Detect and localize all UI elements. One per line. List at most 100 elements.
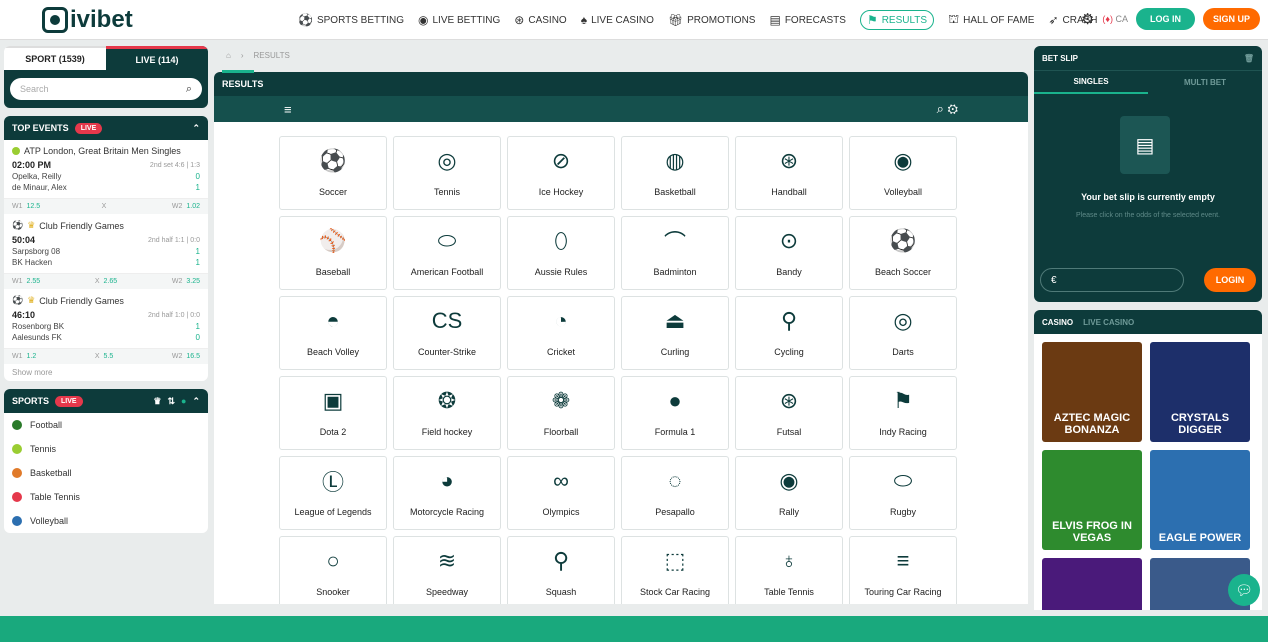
menu-icon[interactable]: ≡ <box>284 102 292 117</box>
sport-tile[interactable]: ◕ Motorcycle Racing <box>393 456 501 530</box>
tab-multi-bet[interactable]: MULTI BET <box>1148 71 1262 94</box>
stake-input[interactable]: € <box>1040 268 1184 292</box>
brand-name: ivibet <box>70 6 133 33</box>
odd-w2[interactable]: W2 3.25 <box>172 278 200 285</box>
odd-x[interactable]: X 2.65 <box>95 278 117 285</box>
sport-tile[interactable]: CS Counter-Strike <box>393 296 501 370</box>
search-icon[interactable]: ⌕ <box>937 101 944 116</box>
country-selector[interactable]: (♦) CA <box>1102 14 1128 24</box>
sport-icon: ❂ <box>437 388 457 413</box>
sort-icon[interactable]: ⇅ <box>167 396 175 407</box>
brand-logo[interactable]: ivibet <box>42 6 133 34</box>
signup-button[interactable]: SIGN UP <box>1202 8 1260 30</box>
sport-tile[interactable]: ⚲ Cycling <box>735 296 843 370</box>
live-badge: LIVE <box>74 122 103 134</box>
sport-tile[interactable]: ◎ Darts <box>849 296 957 370</box>
trophy-icon[interactable]: ♛ <box>153 396 161 407</box>
sport-tile[interactable]: ⬯ Aussie Rules <box>507 216 615 290</box>
sport-tile[interactable]: ⊛ Futsal <box>735 376 843 450</box>
sports-header[interactable]: SPORTS LIVE ♛ ⇅ ● ⌃ <box>4 389 208 413</box>
sport-tile[interactable]: ♁ Table Tennis <box>735 536 843 604</box>
event-item[interactable]: ATP London, Great Britain Men Singles 02… <box>4 140 208 199</box>
tab-sport[interactable]: SPORT (1539) <box>4 46 106 70</box>
bet-slip-login-button[interactable]: LOGIN <box>1204 268 1256 292</box>
sport-tile[interactable]: ⚑ Indy Racing <box>849 376 957 450</box>
sport-tile[interactable]: ◎ Tennis <box>393 136 501 210</box>
sport-tile[interactable]: ⌒ Badminton <box>621 216 729 290</box>
sport-tile[interactable]: ⊙ Bandy <box>735 216 843 290</box>
sport-tile[interactable]: ⚽ Beach Soccer <box>849 216 957 290</box>
nav-promotions[interactable]: 🎁︎ PROMOTIONS <box>668 10 756 30</box>
odd-w2[interactable]: W2 1.02 <box>172 203 200 210</box>
tennis-ball-icon <box>12 147 20 155</box>
sport-tile[interactable]: ◍ Basketball <box>621 136 729 210</box>
login-button[interactable]: LOG IN <box>1135 8 1195 30</box>
search-input[interactable]: Search ⌕ <box>10 78 202 100</box>
tab-singles[interactable]: SINGLES <box>1034 71 1148 94</box>
sport-tile[interactable]: ⬭ Rugby <box>849 456 957 530</box>
sport-tile[interactable]: ◉ Rally <box>735 456 843 530</box>
game-tile[interactable] <box>1042 558 1142 610</box>
odd-w2[interactable]: W2 16.5 <box>172 353 200 360</box>
sport-tile[interactable]: ▣ Dota 2 <box>279 376 387 450</box>
odd-w1[interactable]: W1 12.5 <box>12 203 40 210</box>
odd-x[interactable]: X <box>102 203 111 210</box>
sport-tile[interactable]: Ⓛ League of Legends <box>279 456 387 530</box>
nav-hall-of-fame[interactable]: ⛫ HALL OF FAME <box>948 10 1034 30</box>
top-header: ivibet ⚽ SPORTS BETTING ◉ LIVE BETTING ⊛ CA… <box>0 0 1268 40</box>
breadcrumb-results[interactable]: RESULTS <box>254 51 290 60</box>
nav-live-casino[interactable]: ♠ LIVE CASINO <box>581 10 654 30</box>
sport-tile[interactable]: ❁ Floorball <box>507 376 615 450</box>
game-tile[interactable]: ELVIS FROG IN VEGAS <box>1042 450 1142 550</box>
nav-live-betting[interactable]: ◉ LIVE BETTING <box>418 10 500 30</box>
sport-tile[interactable]: ≡ Touring Car Racing <box>849 536 957 604</box>
sport-item-tennis[interactable]: Tennis <box>4 437 208 461</box>
show-more-link[interactable]: Show more <box>4 364 208 381</box>
tab-live[interactable]: LIVE (114) <box>106 46 208 70</box>
sport-tile[interactable]: ○ Snooker <box>279 536 387 604</box>
sport-tile[interactable]: ⚽ Soccer <box>279 136 387 210</box>
tab-casino[interactable]: CASINO <box>1042 318 1073 327</box>
nav-results[interactable]: ⚑ RESULTS <box>859 10 935 30</box>
sport-tile[interactable]: ◔ Cricket <box>507 296 615 370</box>
chevron-up-icon[interactable]: ⌃ <box>192 123 200 134</box>
sport-tile[interactable]: ≋ Speedway <box>393 536 501 604</box>
sport-tile[interactable]: ⚲ Squash <box>507 536 615 604</box>
event-item[interactable]: ⚽ ♛ Club Friendly Games 50:04 2nd half 1:1 … <box>4 214 208 274</box>
sport-tile[interactable]: ⚾ Baseball <box>279 216 387 290</box>
sport-tile[interactable]: ⏏ Curling <box>621 296 729 370</box>
top-events-header[interactable]: TOP EVENTS LIVE ⌃ <box>4 116 208 140</box>
chevron-up-icon[interactable]: ⌃ <box>192 396 200 407</box>
game-tile[interactable]: CRYSTALS DIGGER <box>1150 342 1250 442</box>
sport-item-table-tennis[interactable]: Table Tennis <box>4 485 208 509</box>
sport-tile[interactable]: ∞ Olympics <box>507 456 615 530</box>
odd-w1[interactable]: W1 1.2 <box>12 353 36 360</box>
event-item[interactable]: ⚽ ♛ Club Friendly Games 46:10 2nd half 1:0 … <box>4 289 208 349</box>
sport-item-football[interactable]: Football <box>4 413 208 437</box>
odd-x[interactable]: X 5.5 <box>95 353 113 360</box>
game-tile[interactable]: AZTEC MAGIC BONANZA <box>1042 342 1142 442</box>
trash-icon[interactable]: 🗑︎ <box>1244 54 1254 63</box>
chat-button[interactable]: 💬︎ <box>1228 574 1260 606</box>
globe-icon[interactable]: ● <box>181 396 186 406</box>
sport-tile[interactable]: ⬭ American Football <box>393 216 501 290</box>
nav-forecasts[interactable]: ▤ FORECASTS <box>769 10 845 30</box>
tab-live-casino[interactable]: LIVE CASINO <box>1083 318 1134 327</box>
sport-tile[interactable]: ⬚ Stock Car Racing <box>621 536 729 604</box>
home-icon[interactable]: ⌂ <box>226 51 231 60</box>
sport-item-volleyball[interactable]: Volleyball <box>4 509 208 533</box>
sport-tile[interactable]: ⊘ Ice Hockey <box>507 136 615 210</box>
sport-tile[interactable]: ◓ Beach Volley <box>279 296 387 370</box>
settings-icon[interactable]: ⚙ <box>947 101 958 116</box>
nav-sports-betting[interactable]: ⚽ SPORTS BETTING <box>298 10 404 30</box>
nav-casino[interactable]: ⊛ CASINO <box>514 10 566 30</box>
odd-w1[interactable]: W1 2.55 <box>12 278 40 285</box>
sport-tile[interactable]: ◉ Volleyball <box>849 136 957 210</box>
sport-tile[interactable]: ⊛ Handball <box>735 136 843 210</box>
sport-item-basketball[interactable]: Basketball <box>4 461 208 485</box>
game-tile[interactable]: EAGLE POWER <box>1150 450 1250 550</box>
sport-tile[interactable]: ❂ Field hockey <box>393 376 501 450</box>
sport-tile[interactable]: ● Formula 1 <box>621 376 729 450</box>
sport-tile[interactable]: ◌ Pesapallo <box>621 456 729 530</box>
gear-icon[interactable]: ⚙ <box>1081 10 1094 28</box>
